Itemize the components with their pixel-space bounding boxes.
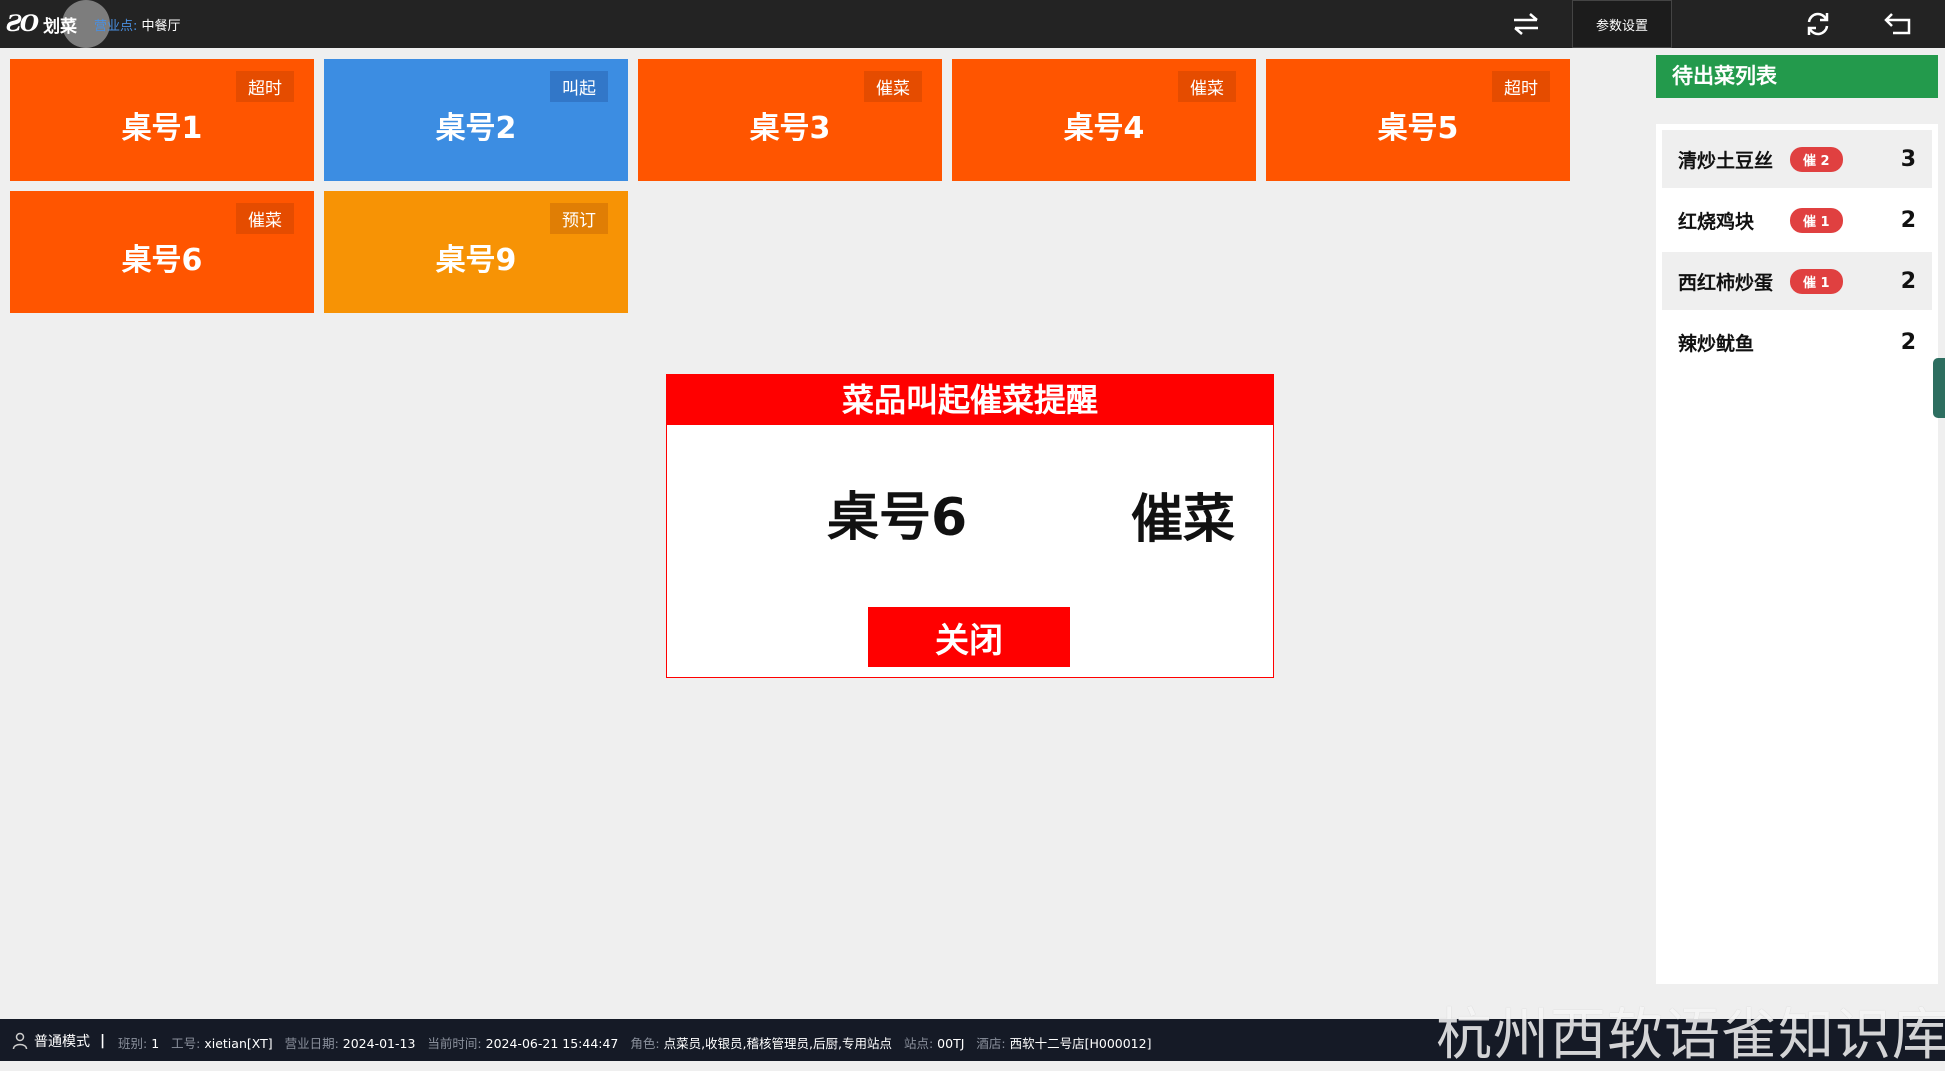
- pending-item[interactable]: 清炒土豆丝 催 2 3: [1662, 130, 1932, 188]
- table-name: 桌号9: [435, 243, 517, 278]
- role-label: 角色:: [630, 1036, 660, 1051]
- business-date-label: 营业日期:: [284, 1036, 339, 1051]
- shift-label: 班别:: [118, 1036, 148, 1051]
- urge-badge: 催 1: [1790, 207, 1843, 233]
- side-drawer-handle[interactable]: [1933, 358, 1945, 418]
- table-name: 桌号1: [121, 111, 203, 146]
- staff-id-label: 工号:: [171, 1036, 201, 1051]
- app-logo: ƧO 划菜: [6, 10, 77, 38]
- business-point-value: 中餐厅: [141, 19, 181, 34]
- table-tile-3[interactable]: 催菜 桌号3: [638, 59, 942, 181]
- current-time-label: 当前时间:: [427, 1036, 482, 1051]
- dialog-table-name: 桌号6: [827, 488, 968, 548]
- urge-badge: 催 1: [1790, 268, 1843, 294]
- mode-separator: |: [100, 1033, 106, 1049]
- table-status-badge: 叫起: [550, 71, 608, 102]
- logo-mark: ƧO: [6, 11, 39, 37]
- dish-count: 2: [1900, 329, 1916, 355]
- mode-label: 普通模式: [34, 1034, 90, 1050]
- shift-value: 1: [151, 1036, 160, 1051]
- pending-list: 清炒土豆丝 催 2 3 红烧鸡块 催 1 2 西红柿炒蛋 催 1 2 辣炒鱿鱼 …: [1656, 124, 1938, 984]
- dish-count: 2: [1900, 207, 1916, 233]
- table-name: 桌号6: [121, 243, 203, 278]
- table-tile-2[interactable]: 叫起 桌号2: [324, 59, 628, 181]
- dialog-title: 菜品叫起催菜提醒: [667, 375, 1273, 425]
- pending-item[interactable]: 西红柿炒蛋 催 1 2: [1662, 252, 1932, 310]
- table-tile-6[interactable]: 催菜 桌号6: [10, 191, 314, 313]
- hotel-value: 西软十二号店[H000012]: [1009, 1036, 1152, 1051]
- table-status-badge: 催菜: [236, 203, 294, 234]
- urge-reminder-dialog: 菜品叫起催菜提醒 桌号6 催菜 关闭: [666, 374, 1274, 678]
- dish-name: 西红柿炒蛋: [1678, 271, 1774, 294]
- dish-count: 2: [1900, 268, 1916, 294]
- table-name: 桌号2: [435, 111, 517, 146]
- mode-indicator[interactable]: 普通模式 |: [12, 1031, 105, 1051]
- pending-item[interactable]: 红烧鸡块 催 1 2: [1662, 191, 1932, 249]
- business-date-value: 2024-01-13: [342, 1036, 416, 1051]
- close-button[interactable]: 关闭: [868, 607, 1070, 667]
- back-icon[interactable]: [1880, 6, 1916, 42]
- business-point: 营业点: 中餐厅: [94, 15, 181, 34]
- dish-name: 红烧鸡块: [1678, 210, 1755, 233]
- dish-name: 辣炒鱿鱼: [1678, 332, 1755, 355]
- current-time-value: 2024-06-21 15:44:47: [485, 1036, 619, 1051]
- app-title: 划菜: [43, 16, 78, 37]
- table-status-badge: 催菜: [1178, 71, 1236, 102]
- status-info: 班别: 1 工号: xietian[XT] 营业日期: 2024-01-13 当…: [118, 1033, 1159, 1052]
- table-name: 桌号3: [749, 111, 831, 146]
- staff-id-value: xietian[XT]: [204, 1036, 273, 1051]
- station-label: 站点:: [903, 1036, 934, 1051]
- watermark: 杭州西软语雀知识库: [1436, 1003, 1945, 1068]
- refresh-icon[interactable]: [1800, 6, 1836, 42]
- top-bar: ƧO 划菜 营业点: 中餐厅 参数设置: [0, 0, 1945, 48]
- table-name: 桌号5: [1377, 111, 1459, 146]
- station-value: 00TJ: [937, 1036, 965, 1051]
- table-tile-9[interactable]: 预订 桌号9: [324, 191, 628, 313]
- urge-badge: 催 2: [1790, 146, 1843, 172]
- table-status-badge: 超时: [1492, 71, 1550, 102]
- hotel-label: 酒店:: [976, 1036, 1006, 1051]
- dialog-action: 催菜: [1131, 490, 1236, 550]
- table-status-badge: 催菜: [864, 71, 922, 102]
- table-tile-1[interactable]: 超时 桌号1: [10, 59, 314, 181]
- table-tile-5[interactable]: 超时 桌号5: [1266, 59, 1570, 181]
- pending-item[interactable]: 辣炒鱿鱼 2: [1662, 313, 1932, 371]
- table-status-badge: 预订: [550, 203, 608, 234]
- swap-icon[interactable]: [1508, 6, 1544, 42]
- table-status-badge: 超时: [236, 71, 294, 102]
- user-icon: [12, 1032, 28, 1050]
- settings-button[interactable]: 参数设置: [1572, 0, 1672, 48]
- role-value: 点菜员,收银员,稽核管理员,后厨,专用站点: [663, 1036, 892, 1051]
- business-point-label: 营业点:: [94, 19, 138, 34]
- dish-count: 3: [1900, 146, 1916, 172]
- dish-name: 清炒土豆丝: [1678, 149, 1774, 172]
- pending-list-title: 待出菜列表: [1656, 55, 1938, 98]
- table-tile-4[interactable]: 催菜 桌号4: [952, 59, 1256, 181]
- table-name: 桌号4: [1063, 111, 1145, 146]
